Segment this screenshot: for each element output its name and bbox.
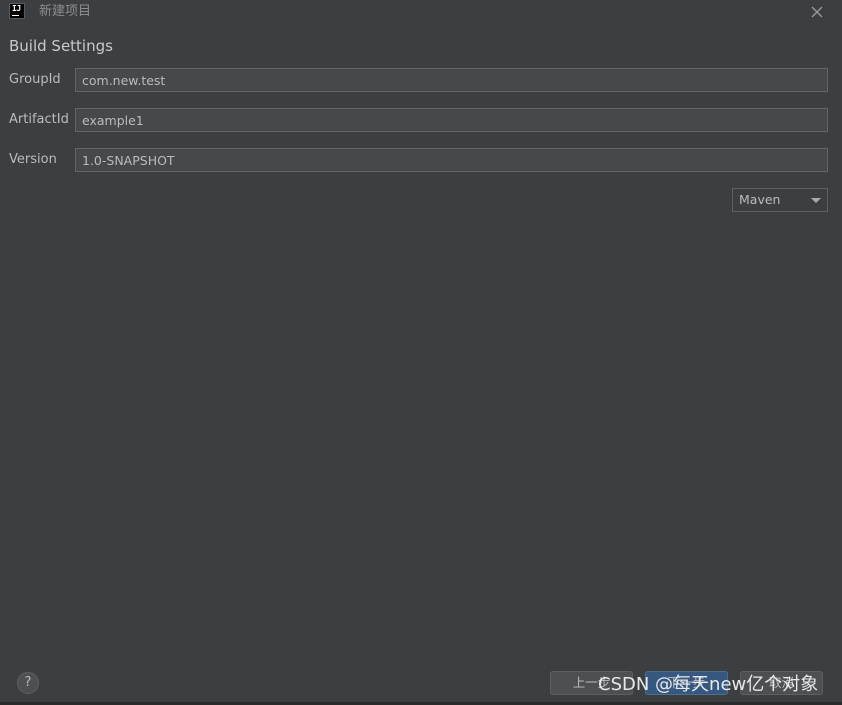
intellij-app-icon: IJ — [9, 3, 25, 19]
version-field[interactable] — [75, 148, 828, 172]
new-project-dialog: IJ 新建项目 Build Settings GroupId ArtifactI… — [0, 0, 842, 705]
groupid-label: GroupId — [9, 72, 61, 87]
build-tool-select[interactable]: Maven — [732, 188, 828, 212]
next-button[interactable]: 下一步 — [645, 671, 728, 695]
artifactid-label: ArtifactId — [9, 112, 69, 127]
build-tool-selected: Maven — [739, 192, 781, 207]
previous-button[interactable]: 上一步 — [550, 671, 633, 695]
close-icon[interactable] — [808, 3, 826, 21]
cancel-button[interactable]: 取消 — [740, 671, 823, 695]
chevron-down-icon — [811, 198, 821, 203]
app-icon-text: IJ — [12, 4, 21, 13]
version-label: Version — [9, 152, 57, 167]
page-title: Build Settings — [9, 37, 113, 55]
title-bar: IJ 新建项目 — [0, 0, 842, 24]
groupid-field[interactable] — [75, 68, 828, 92]
help-button[interactable]: ? — [17, 672, 39, 694]
window-title: 新建项目 — [39, 4, 92, 19]
artifactid-field[interactable] — [75, 108, 828, 132]
